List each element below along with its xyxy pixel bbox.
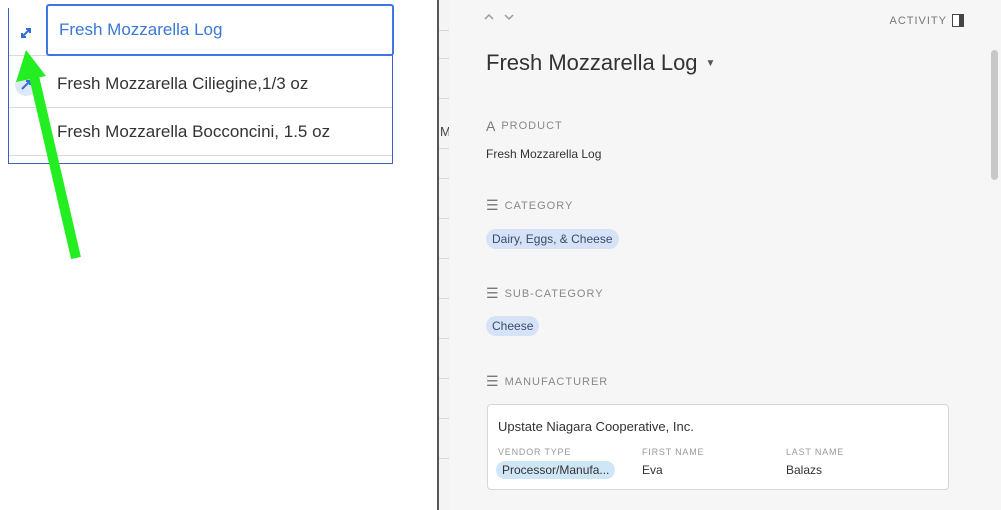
chevron-down-icon[interactable]	[503, 12, 515, 22]
last-name-label: LAST NAME	[786, 447, 845, 457]
product-cell[interactable]: Fresh Mozzarella Ciliegine,1/3 oz	[46, 60, 392, 108]
vendor-type-chip: Processor/Manufa...	[496, 461, 616, 479]
product-field-label: A PRODUCT	[486, 118, 563, 134]
category-chip[interactable]: Dairy, Eggs, & Cheese	[486, 229, 619, 249]
vendor-type-label: VENDOR TYPE	[498, 447, 572, 457]
manufacturer-linked-record-card[interactable]: Upstate Niagara Cooperative, Inc. VENDOR…	[487, 404, 949, 490]
record-title[interactable]: Fresh Mozzarella Log ▼	[486, 50, 715, 76]
chevron-up-icon[interactable]	[483, 12, 495, 22]
manufacturer-name: Upstate Niagara Cooperative, Inc.	[498, 419, 694, 434]
text-field-icon: A	[486, 118, 496, 134]
activity-toggle[interactable]: ACTIVITY	[889, 14, 964, 27]
product-cell[interactable]: Fresh Mozzarella Bocconcini, 1.5 oz	[46, 108, 392, 156]
grid-background-strip: M	[437, 0, 451, 510]
sub-category-field-label: ☰ SUB-CATEGORY	[486, 285, 604, 301]
panel-scrollbar[interactable]	[991, 50, 998, 180]
table-row[interactable]: Fresh Mozzarella Ciliegine,1/3 oz	[9, 60, 392, 108]
product-cell[interactable]: Fresh Mozzarella Log	[46, 4, 394, 56]
activity-label: ACTIVITY	[889, 14, 947, 27]
single-select-icon: ☰	[486, 285, 499, 301]
single-select-icon: ☰	[486, 197, 499, 213]
activity-panel-icon	[952, 14, 964, 27]
records-table: Fresh Mozzarella Log Fresh Mozzarella Ci…	[8, 4, 394, 164]
first-name-label: FIRST NAME	[642, 447, 705, 457]
table-row[interactable]: Fresh Mozzarella Bocconcini, 1.5 oz	[9, 108, 392, 156]
record-navigation	[483, 12, 515, 22]
table-row[interactable]: Fresh Mozzarella Log	[9, 4, 394, 56]
expand-record-icon[interactable]	[15, 74, 37, 96]
record-detail-panel: ACTIVITY Fresh Mozzarella Log ▼ A PRODUC…	[449, 0, 1001, 510]
caret-down-icon[interactable]: ▼	[706, 58, 716, 69]
last-name-value: Balazs	[786, 463, 823, 477]
linked-record-icon: ☰	[486, 373, 499, 389]
product-field-value[interactable]: Fresh Mozzarella Log	[486, 147, 601, 161]
category-field-label: ☰ CATEGORY	[486, 197, 574, 213]
record-title-text: Fresh Mozzarella Log	[486, 50, 698, 75]
expand-record-icon[interactable]	[15, 22, 37, 44]
sub-category-chip[interactable]: Cheese	[486, 316, 540, 336]
manufacturer-field-label: ☰ MANUFACTURER	[486, 373, 609, 389]
first-name-value: Eva	[642, 463, 663, 477]
